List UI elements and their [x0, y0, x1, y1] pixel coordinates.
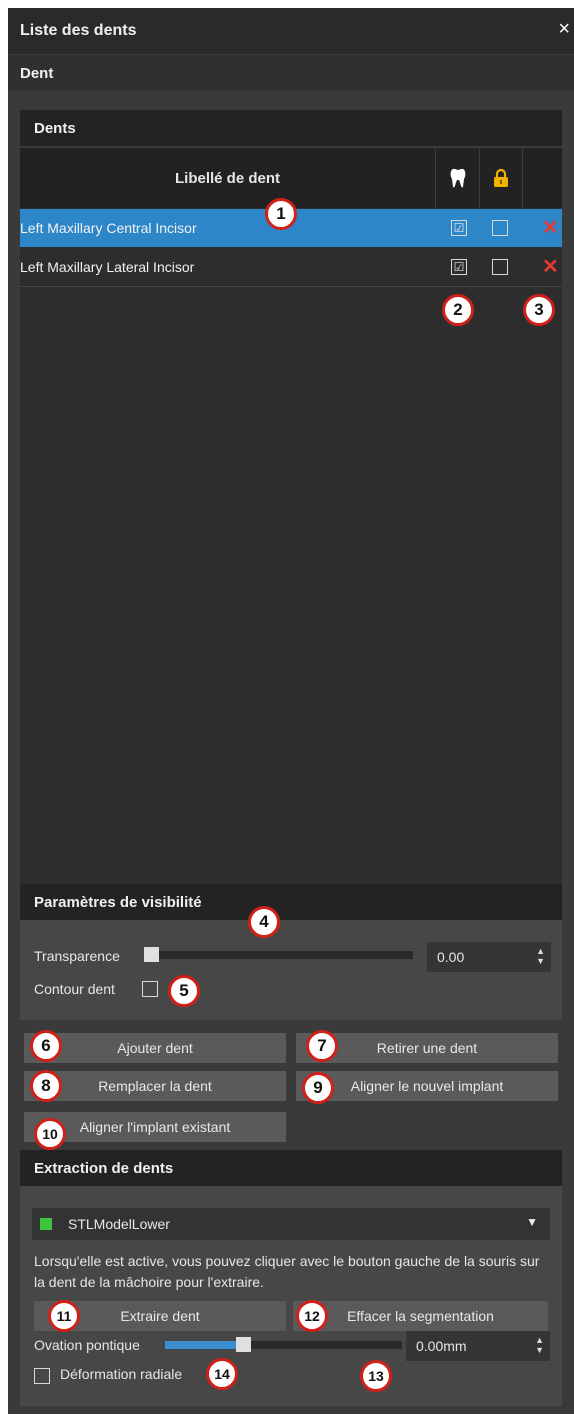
visibility-section-header: Paramètres de visibilité — [20, 884, 562, 920]
ovation-slider-thumb[interactable] — [236, 1337, 251, 1352]
callout-badge: 7 — [306, 1030, 338, 1062]
transparency-spinbox[interactable]: 0.00 ▲ ▼ — [427, 942, 551, 972]
callout-badge: 2 — [442, 294, 474, 326]
extraction-section-header: Extraction de dents — [20, 1150, 562, 1186]
radial-deformation-checkbox[interactable] — [34, 1368, 50, 1384]
radial-deformation-label: Déformation radiale — [60, 1366, 183, 1382]
callout-badge: 9 — [302, 1072, 334, 1104]
title-bar: Liste des dents × — [8, 8, 574, 54]
lock-icon — [480, 148, 523, 208]
add-tooth-button[interactable]: Ajouter dent — [24, 1033, 286, 1063]
table-row[interactable]: Left Maxillary Lateral Incisor ☑ ✕ — [20, 248, 562, 287]
transparency-slider-thumb[interactable] — [144, 947, 159, 962]
ovation-label: Ovation pontique — [34, 1337, 140, 1353]
tooth-label: Left Maxillary Lateral Incisor — [20, 259, 195, 275]
lock-checkbox[interactable] — [492, 220, 508, 236]
align-new-implant-button[interactable]: Aligner le nouvel implant — [296, 1071, 558, 1101]
callout-badge: 5 — [168, 975, 200, 1007]
callout-badge: 4 — [248, 906, 280, 938]
table-header: Libellé de dent — [20, 148, 562, 208]
ovation-slider-fill — [165, 1341, 236, 1349]
teeth-section-title: Dents — [34, 119, 76, 137]
contour-checkbox[interactable] — [142, 981, 158, 997]
transparency-value: 0.00 — [437, 949, 465, 965]
transparency-slider[interactable] — [145, 951, 413, 959]
close-icon[interactable]: × — [558, 18, 570, 41]
callout-badge: 13 — [360, 1360, 392, 1392]
callout-badge: 10 — [34, 1118, 66, 1150]
callout-badge: 6 — [30, 1030, 62, 1062]
callout-badge: 8 — [30, 1070, 62, 1102]
delete-icon[interactable]: ✕ — [542, 257, 559, 277]
callout-badge: 1 — [265, 198, 297, 230]
window-title: Liste des dents — [20, 22, 137, 39]
extraction-section-title: Extraction de dents — [34, 1159, 174, 1177]
model-dropdown[interactable]: STLModelLower ▼ — [32, 1208, 550, 1240]
callout-badge: 14 — [206, 1358, 238, 1390]
lock-checkbox[interactable] — [492, 259, 508, 275]
visibility-section-title: Paramètres de visibilité — [34, 893, 202, 911]
callout-badge: 3 — [523, 294, 555, 326]
teeth-table: Libellé de dent Left Maxillary Central I… — [20, 148, 562, 886]
teeth-section-header: Dents — [20, 110, 562, 146]
column-header-label[interactable]: Libellé de dent — [20, 148, 436, 208]
model-dropdown-value: STLModelLower — [68, 1216, 170, 1232]
subheader: Dent — [8, 55, 574, 91]
tooth-label: Left Maxillary Central Incisor — [20, 220, 197, 236]
visibility-checkbox[interactable]: ☑ — [451, 220, 467, 236]
callout-badge: 11 — [48, 1300, 80, 1332]
callout-badge: 12 — [296, 1300, 328, 1332]
subheader-label: Dent — [20, 64, 54, 82]
tooth-icon — [436, 148, 480, 208]
replace-tooth-button[interactable]: Remplacer la dent — [24, 1071, 286, 1101]
ovation-value: 0.00mm — [416, 1338, 467, 1354]
model-color-swatch — [40, 1218, 52, 1230]
clear-segmentation-button[interactable]: Effacer la segmentation — [293, 1301, 548, 1331]
transparency-label: Transparence — [34, 948, 120, 964]
contour-label: Contour dent — [34, 981, 115, 997]
spin-arrows-icon[interactable]: ▲ ▼ — [535, 1335, 544, 1355]
extraction-description: Lorsqu'elle est active, vous pouvez cliq… — [34, 1253, 540, 1290]
spin-arrows-icon[interactable]: ▲ ▼ — [536, 946, 545, 966]
visibility-checkbox[interactable]: ☑ — [451, 259, 467, 275]
chevron-down-icon[interactable]: ▼ — [526, 1215, 538, 1229]
ovation-spinbox[interactable]: 0.00mm ▲ ▼ — [406, 1331, 550, 1361]
delete-icon[interactable]: ✕ — [542, 218, 559, 238]
